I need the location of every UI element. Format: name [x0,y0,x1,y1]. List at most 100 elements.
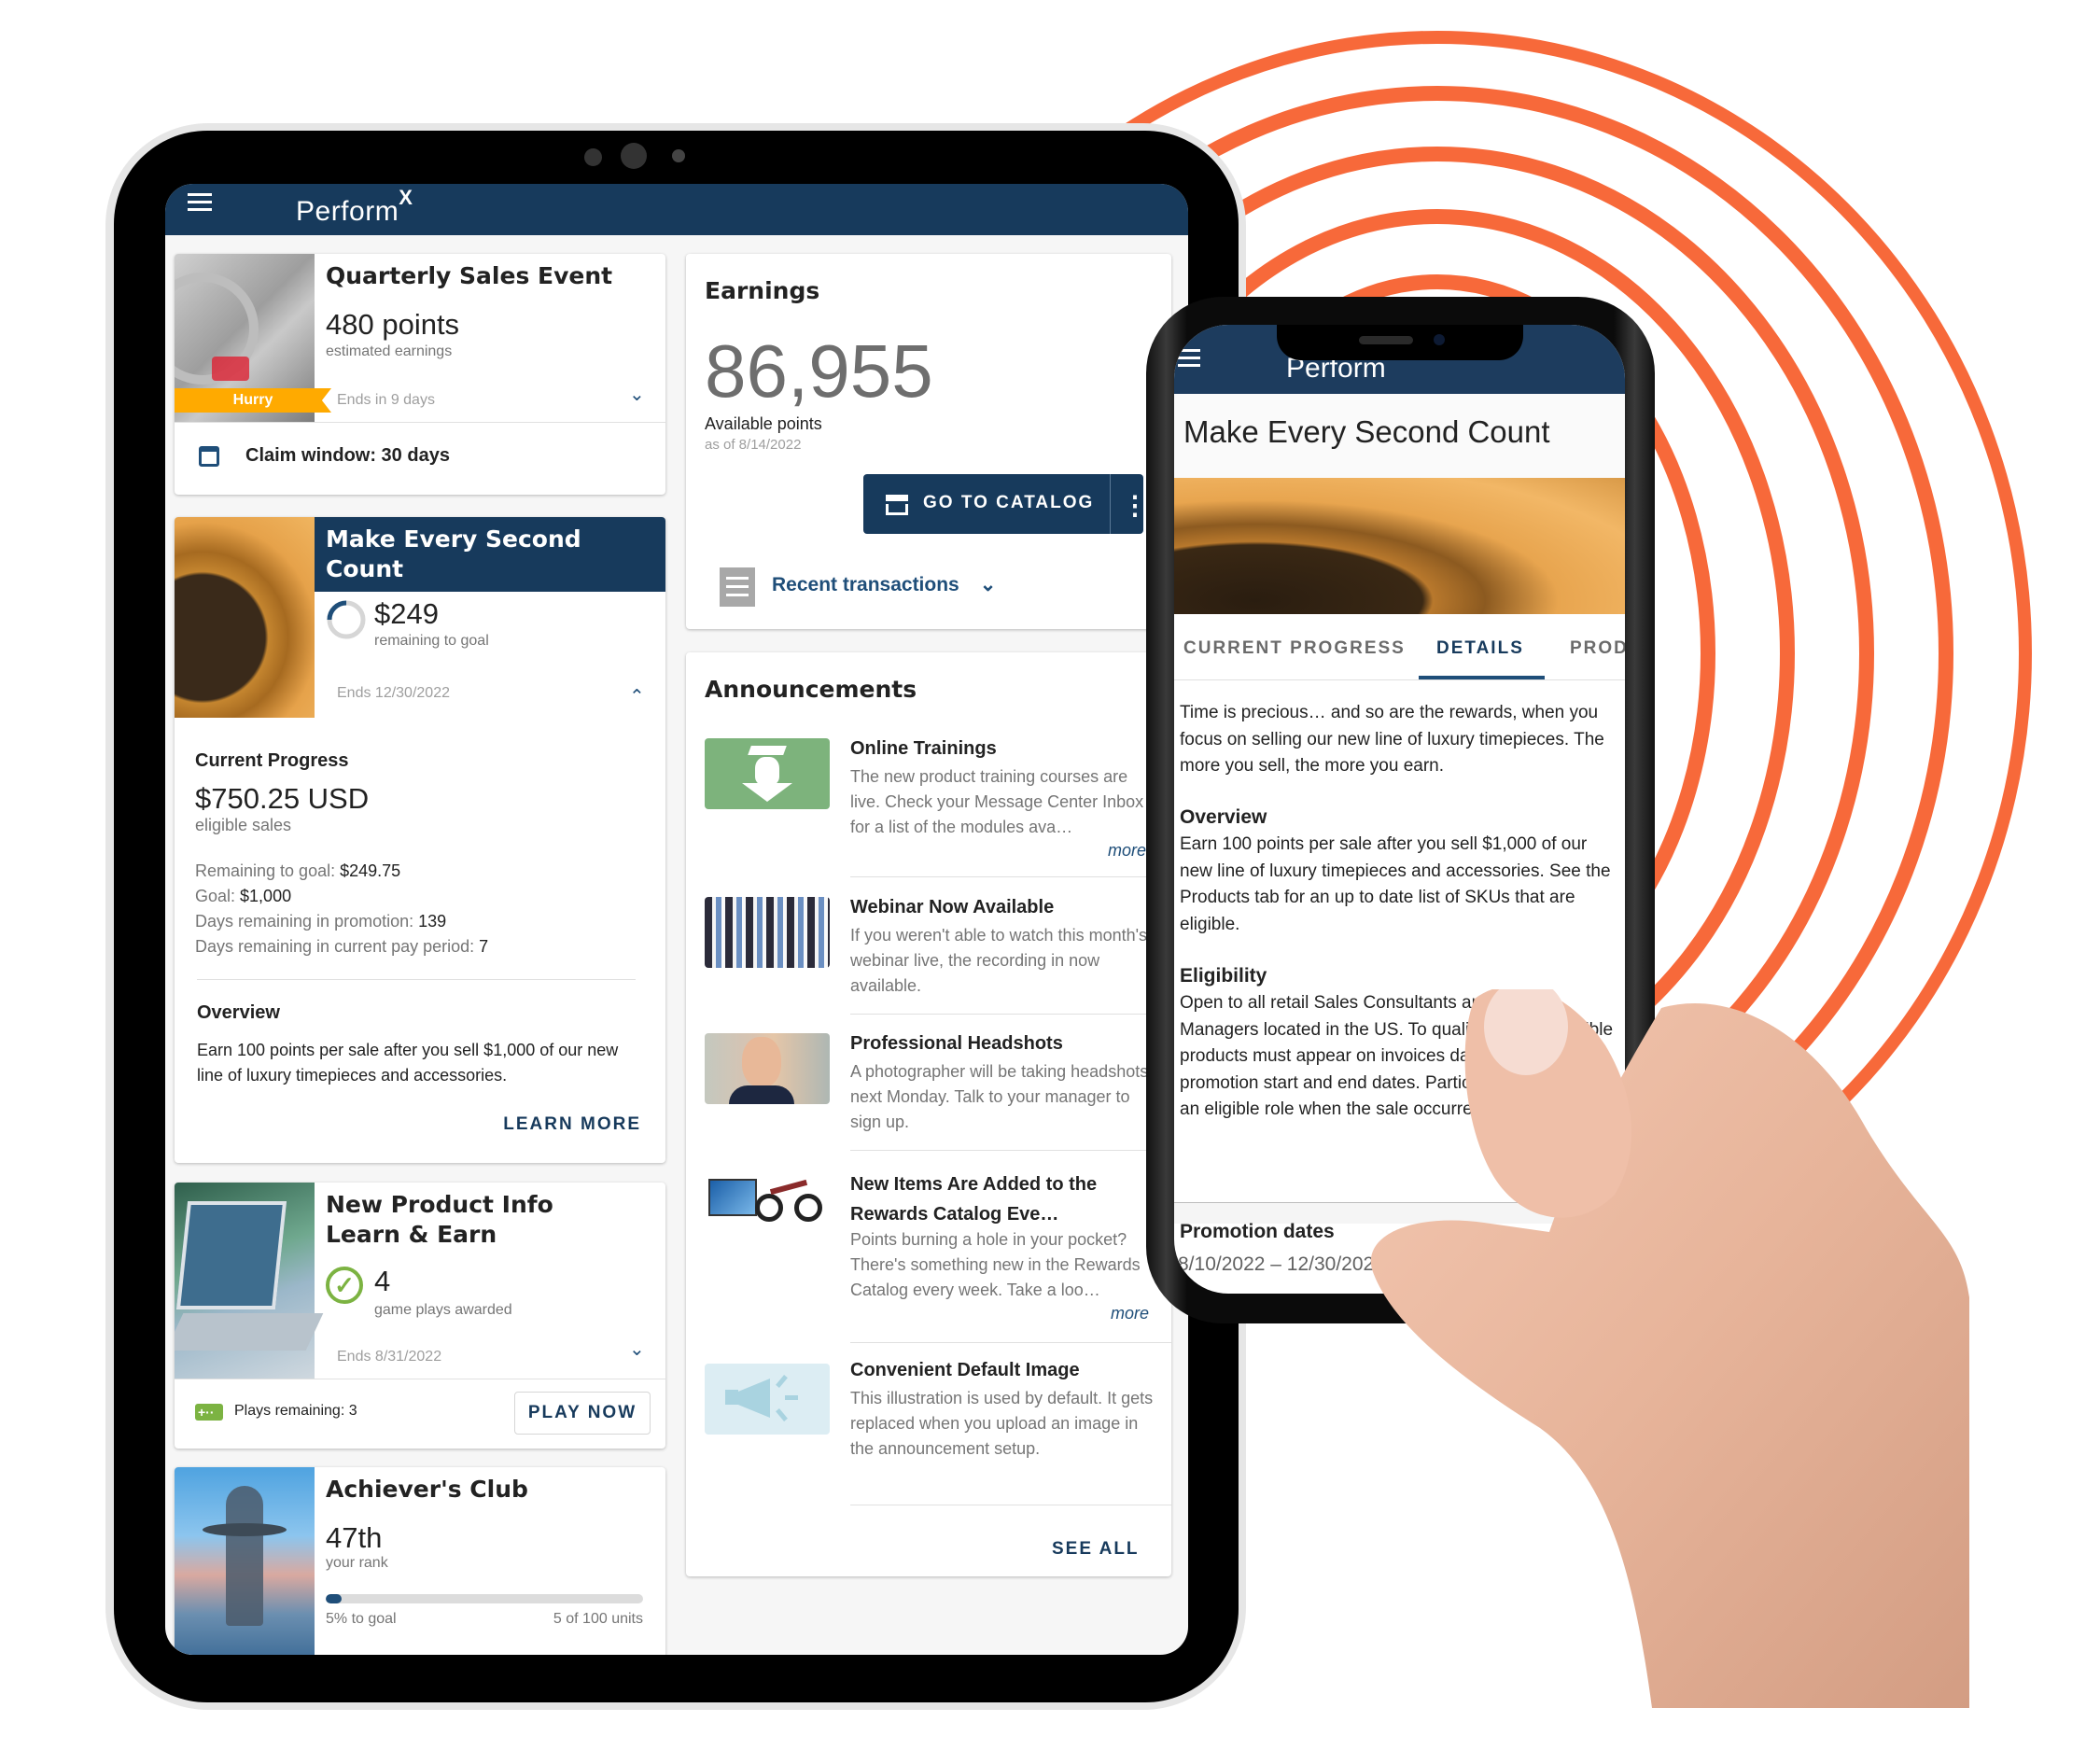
stat-value: 7 [479,937,489,956]
tablet-screen: PerformX Hurry Quarterly Sales Event 480… [165,184,1188,1655]
value-label: your rank [326,1555,388,1571]
card-title: Quarterly Sales Event [326,262,613,289]
announcements-heading: Announcements [705,676,917,703]
announcements-card: Announcements Online Trainings The new p… [686,652,1171,1576]
stat-label: Remaining to goal: [195,861,341,880]
stat-row: Remaining to goal: $249.75 [195,859,488,884]
phone-tabs: CURRENT PROGRESS DETAILS PROD [1174,614,1625,680]
phone-hero-watch-image [1174,478,1625,614]
active-tab-indicator [1419,676,1545,679]
claim-window-text: Claim window: 30 days [245,445,450,466]
promo-card-make-every-second-count[interactable]: Make Every Second Count $249 remaining to… [175,517,665,1163]
more-options-icon[interactable]: ⋮ [1121,489,1149,523]
title-line-2: Learn & Earn [326,1221,497,1248]
promo-card-quarterly-sales[interactable]: Hurry Quarterly Sales Event 480 points e… [175,254,665,495]
end-date: Ends 12/30/2022 [337,685,450,701]
stat-row: Days remaining in current pay period: 7 [195,934,488,959]
available-points-label: Available points [705,414,822,433]
watch-image [175,517,315,718]
card-title: New Product Info Learn & Earn [326,1190,553,1250]
recent-transactions-toggle[interactable]: Recent transactions ⌄ [772,573,996,596]
progress-left-label: 5% to goal [326,1611,397,1627]
stat-row: Days remaining in promotion: 139 [195,909,488,934]
promo-card-new-product-info[interactable]: New Product Info Learn & Earn ✓ 4 game pl… [175,1183,665,1449]
announcement-item[interactable]: New Items Are Added to the Rewards Catal… [686,1169,1171,1356]
promotion-dates-heading: Promotion dates [1180,1221,1335,1242]
tab-products[interactable]: PROD [1570,638,1625,659]
divider [850,876,1171,877]
value-label: game plays awarded [374,1302,512,1318]
chevron-down-icon[interactable]: ⌄ [629,1337,645,1361]
chevron-down-icon: ⌄ [979,574,997,595]
divider [197,979,636,980]
tablet-sensor [584,148,602,166]
see-all-button[interactable]: SEE ALL [1052,1539,1140,1560]
more-link[interactable]: more [1108,841,1146,861]
stat-row: Goal: $1,000 [195,884,488,909]
announcement-title: New Items Are Added to the Rewards Catal… [850,1174,1098,1225]
plays-remaining: Plays remaining: 3 [234,1403,357,1419]
divider [850,1014,1171,1015]
as-of-date: as of 8/14/2022 [705,437,802,453]
announcement-item[interactable]: Online Trainings The new product trainin… [686,736,1171,904]
storefront-icon [886,495,908,515]
learn-more-button[interactable]: LEARN MORE [503,1114,641,1135]
catalog-button-label: GO TO CATALOG [923,493,1095,512]
phone-notch [1277,325,1523,360]
catalog-products-image [705,1173,830,1244]
goal-progress-fill [326,1594,342,1603]
announcement-desc: Points burning a hole in your pocket? Th… [850,1230,1141,1299]
announcement-item[interactable]: Webinar Now Available If you weren't abl… [686,897,1171,1028]
card-title: Make Every Second Count [326,525,581,584]
stat-label: Days remaining in promotion: [195,912,419,931]
announcement-title: Online Trainings [850,738,997,759]
earnings-heading: Earnings [705,277,820,304]
stat-value: $1,000 [240,887,292,905]
app-header: PerformX [165,184,1188,235]
overview-heading: Overview [197,1002,280,1023]
announcement-item[interactable]: Professional Headshots A photographer wi… [686,1033,1171,1164]
end-date: Ends in 9 days [337,392,435,408]
tablet-camera [621,143,647,169]
recent-transactions-label: Recent transactions [772,574,959,595]
tablet-light-sensor [672,149,685,162]
phone-page-title: Make Every Second Count [1183,414,1550,449]
value-label: remaining to goal [374,633,489,649]
divider [850,1150,1171,1151]
fountain-image [175,1467,315,1655]
tab-current-progress[interactable]: CURRENT PROGRESS [1183,638,1406,659]
app-logo: PerformX [296,186,413,228]
current-progress-heading: Current Progress [195,750,349,771]
play-now-button[interactable]: PLAY NOW [514,1392,651,1435]
gamepad-icon: +·· [195,1404,223,1421]
divider [175,422,665,423]
chevron-up-icon[interactable]: ⌄ [629,683,645,707]
laptop-image [175,1183,324,1379]
more-link[interactable]: more [1111,1304,1149,1323]
announcement-desc: If you weren't able to watch this month'… [850,926,1148,995]
announcement-title: Convenient Default Image [850,1360,1080,1380]
announcement-title: Webinar Now Available [850,897,1055,917]
game-plays-value: 4 [374,1265,391,1297]
divider [850,1342,1171,1343]
hand-palm [1370,1003,1969,1708]
hamburger-icon[interactable] [188,193,212,212]
stat-value: $249.75 [340,861,401,880]
overview-text: Earn 100 points per sale after you sell … [197,1041,619,1085]
promo-card-achievers-club[interactable]: Achiever's Club 47th your rank 5% to goa… [175,1467,665,1655]
progress-ring [327,600,366,639]
details-intro: Time is precious… and so are the rewards… [1180,703,1604,776]
tab-details[interactable]: DETAILS [1436,638,1524,659]
graduate-icon-image [705,738,830,809]
hamburger-icon[interactable] [1178,349,1200,368]
announcement-item[interactable]: Convenient Default Image This illustrati… [686,1360,1171,1519]
hand-holding-phone [1370,989,1969,1708]
logo-text: Perform [296,196,399,227]
receipt-icon [720,567,755,607]
details-overview-text: Earn 100 points per sale after you sell … [1180,834,1611,934]
chevron-down-icon[interactable]: ⌄ [629,383,645,406]
go-to-catalog-button[interactable]: GO TO CATALOG [863,474,1143,534]
value-label: estimated earnings [326,343,453,359]
check-circle-icon: ✓ [326,1267,363,1304]
remaining-value: $249 [374,597,439,630]
